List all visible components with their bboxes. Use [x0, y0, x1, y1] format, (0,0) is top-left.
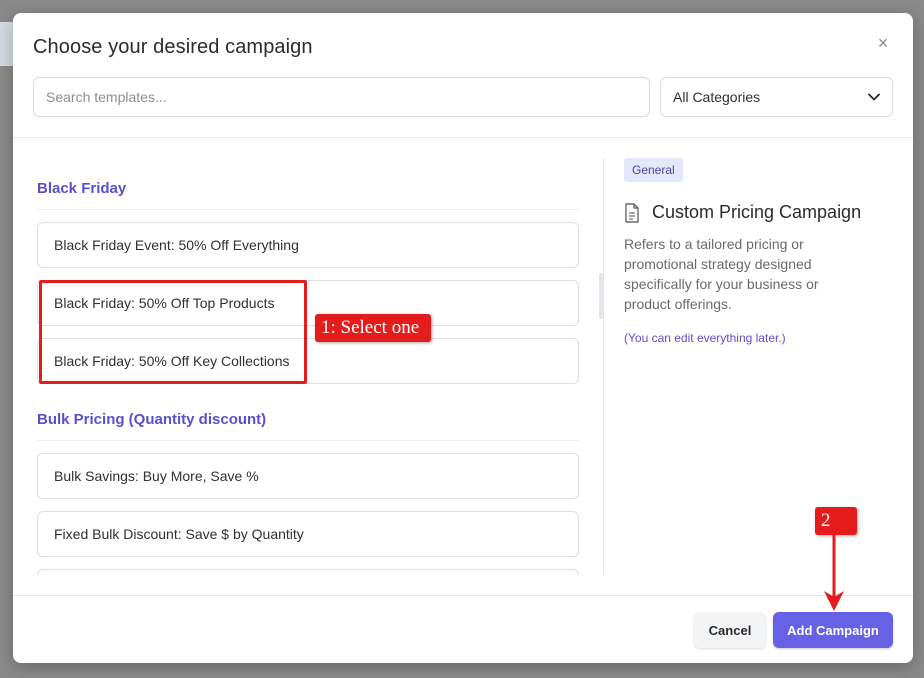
- header-divider: [13, 137, 913, 138]
- group-heading-black-friday: Black Friday: [37, 180, 127, 197]
- category-select[interactable]: All Categories: [660, 77, 893, 117]
- template-item-partial[interactable]: [37, 569, 579, 575]
- search-input[interactable]: [33, 77, 650, 117]
- template-item[interactable]: Black Friday Event: 50% Off Everything: [37, 222, 579, 268]
- template-item[interactable]: Bulk Savings: Buy More, Save %: [37, 453, 579, 499]
- annotation-arrow-icon: [824, 535, 844, 611]
- cancel-button[interactable]: Cancel: [694, 612, 766, 648]
- group-heading-bulk-pricing: Bulk Pricing (Quantity discount): [37, 411, 267, 428]
- document-icon: [625, 202, 639, 223]
- group-divider: [37, 440, 579, 441]
- detail-description: Refers to a tailored pricing or promotio…: [624, 236, 819, 312]
- annotation-highlight-box: [39, 280, 307, 384]
- annotation-step-1-label: 1: Select one: [315, 314, 432, 342]
- footer-divider: [13, 595, 913, 596]
- background-page-strip: [0, 22, 14, 66]
- category-badge: General: [624, 158, 683, 182]
- panel-divider: [603, 158, 604, 575]
- chevron-down-icon: [868, 93, 880, 101]
- detail-title-row: Custom Pricing Campaign: [624, 202, 861, 223]
- close-icon[interactable]: ×: [875, 34, 891, 52]
- group-divider: [37, 209, 579, 210]
- annotation-step-2-label: 2: [815, 507, 857, 535]
- category-select-value: All Categories: [673, 89, 761, 105]
- modal-title: Choose your desired campaign: [33, 36, 313, 58]
- detail-title: Custom Pricing Campaign: [652, 202, 862, 222]
- add-campaign-button[interactable]: Add Campaign: [773, 612, 893, 648]
- template-item[interactable]: Fixed Bulk Discount: Save $ by Quantity: [37, 511, 579, 557]
- detail-note: (You can edit everything later.): [624, 331, 786, 345]
